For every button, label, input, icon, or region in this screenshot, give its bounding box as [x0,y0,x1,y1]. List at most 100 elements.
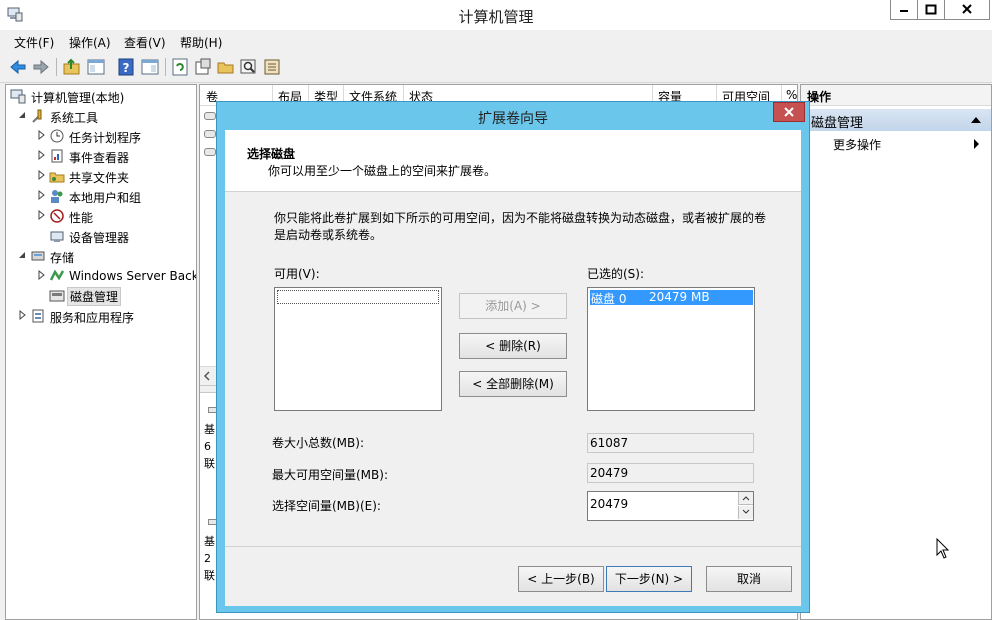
spin-up-button[interactable] [738,492,753,505]
list-focus-rect [277,290,439,304]
toolbar-separator [165,58,166,76]
clock-icon [50,129,64,143]
volume-drive-icon[interactable] [204,130,216,138]
collapsed-arrow-icon[interactable] [36,169,46,181]
menu-action[interactable]: 操作(A) [69,34,111,51]
remove-button[interactable]: < 删除(R) [459,333,567,359]
back-button[interactable]: < 上一步(B) [518,566,604,592]
maximize-button[interactable] [917,0,945,20]
menu-help[interactable]: 帮助(H) [180,34,222,51]
settings-icon[interactable] [262,57,282,77]
collapsed-arrow-icon[interactable] [36,269,46,281]
menu-file[interactable]: 文件(F) [14,34,54,51]
dialog-body: 选择磁盘 你可以用至少一个磁盘上的空间来扩展卷。 你只能将此卷扩展到如下所示的可… [225,130,801,606]
collapsed-arrow-icon[interactable] [36,129,46,141]
tree-label: 磁盘管理 [67,287,122,306]
collapsed-arrow-icon[interactable] [36,149,46,161]
add-button[interactable]: 添加(A) > [459,293,567,319]
close-icon [962,4,972,14]
tree-label: 性能 [69,211,94,225]
expanded-arrow-icon[interactable] [17,109,27,121]
up-folder-icon[interactable] [62,57,82,77]
available-label: 可用(V): [274,267,320,281]
tree-label: 本地用户和组 [69,191,142,205]
cancel-button[interactable]: 取消 [706,566,792,592]
spin-down-button[interactable] [738,506,753,519]
collapsed-arrow-icon[interactable] [17,309,27,321]
available-disks-list[interactable] [274,287,442,411]
show-action-pane-icon[interactable] [140,57,160,77]
tree-label: 服务和应用程序 [50,311,135,325]
close-button[interactable] [944,0,990,20]
backup-icon [49,269,65,281]
computer-management-icon [10,89,26,104]
wizard-description: 你只能将此卷扩展到如下所示的可用空间，因为不能将磁盘转换为动态磁盘，或者被扩展的… [274,211,767,242]
close-icon [784,107,794,117]
restore-icon [925,4,937,15]
disk-management-icon [49,290,65,302]
actions-section-disk-management[interactable]: 磁盘管理 [801,109,991,131]
performance-icon [50,209,64,223]
device-manager-icon [50,231,64,242]
tree-label: 事件查看器 [69,151,130,165]
next-button[interactable]: 下一步(N) > [606,566,692,592]
max-space-value: 20479 [587,463,754,483]
tree-label: 计算机管理(本地) [31,91,125,105]
svg-text:?: ? [123,61,130,75]
forward-arrow-icon[interactable] [31,57,51,77]
tree-label: 存储 [50,251,75,265]
disk-name: 磁盘 0 [591,292,627,306]
chevron-up-icon [742,496,750,501]
select-space-input[interactable] [590,494,730,514]
toolbar-separator [56,58,57,76]
wizard-step-title: 选择磁盘 [247,147,296,161]
open-folder-icon[interactable] [216,57,236,77]
shared-folder-icon [49,172,65,183]
volume-drive-icon[interactable] [204,148,216,156]
chevron-down-icon [742,509,750,514]
back-arrow-icon[interactable] [8,57,28,77]
collapsed-arrow-icon[interactable] [36,209,46,221]
remove-all-button[interactable]: < 全部删除(M) [459,371,567,397]
total-size-label: 卷大小总数(MB): [272,436,364,450]
scroll-left-icon[interactable] [203,371,211,381]
max-space-label: 最大可用空间量(MB): [272,468,388,482]
tools-icon [32,109,42,123]
minimize-icon [900,10,908,12]
actions-header: 操作 [801,85,991,106]
menu-view[interactable]: 查看(V) [124,34,166,51]
show-tree-icon[interactable] [86,57,106,77]
actions-section-label: 磁盘管理 [811,116,864,131]
list-item-disk-0[interactable]: 磁盘 0 20479 MB [590,290,753,306]
collapsed-arrow-icon[interactable] [36,189,46,201]
column-percent[interactable]: % [786,88,797,102]
properties-icon[interactable] [193,57,213,77]
help-icon[interactable]: ? [116,57,136,77]
dialog-close-button[interactable] [773,102,805,122]
select-space-stepper[interactable] [587,491,754,521]
dialog-separator [225,546,801,547]
wizard-step-subtitle: 你可以用至少一个磁盘上的空间来扩展卷。 [268,164,497,178]
refresh-icon[interactable] [170,57,190,77]
mouse-cursor-icon [936,538,950,559]
toolbar: ? [0,52,992,83]
volume-drive-icon[interactable] [204,112,216,120]
tree-label: 共享文件夹 [69,171,130,185]
more-actions-item[interactable]: 更多操作 [833,136,881,153]
event-log-icon [51,149,63,163]
tree-label: 设备管理器 [69,231,130,245]
submenu-arrow-icon[interactable] [974,139,979,149]
selected-disks-list[interactable]: 磁盘 0 20479 MB [587,287,755,411]
disk-size: 20479 MB [649,290,710,304]
search-icon[interactable] [239,57,259,77]
window-title: 计算机管理 [458,8,534,26]
storage-icon [31,251,45,261]
expanded-arrow-icon[interactable] [17,249,27,261]
tree-label: Windows Server Backup [69,269,196,283]
menu-bar: 文件(F) 操作(A) 查看(V) 帮助(H) [0,30,992,52]
minimize-button[interactable] [890,0,918,20]
tree-label: 系统工具 [50,111,99,125]
actions-pane: 操作 磁盘管理 更多操作 [800,84,992,620]
collapse-up-icon[interactable] [971,117,981,123]
select-space-label: 选择空间量(MB)(E): [272,499,381,513]
